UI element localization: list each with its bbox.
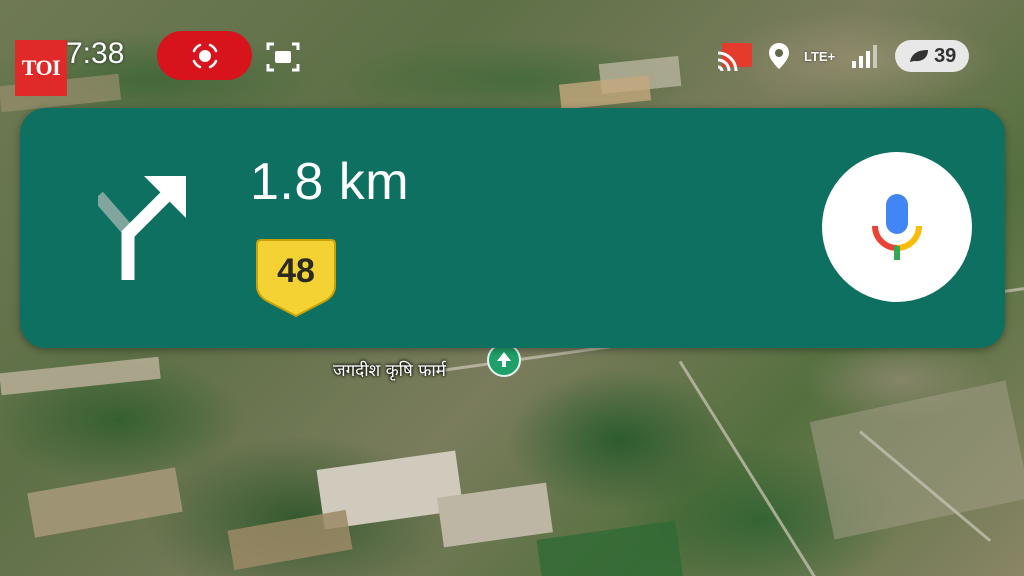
battery-level: 39	[934, 44, 957, 67]
map-road	[678, 360, 820, 576]
route-shield: 48	[251, 236, 341, 318]
map-field	[558, 75, 652, 110]
route-number: 48	[277, 252, 315, 290]
navigation-banner[interactable]: 1.8 km 48	[20, 108, 1005, 348]
screenshot-icon	[265, 40, 301, 79]
status-icons: LTE+ 39	[716, 38, 970, 74]
map-field	[0, 356, 161, 396]
cast-icon	[716, 41, 754, 71]
map-field	[227, 509, 353, 571]
location-icon	[768, 42, 790, 70]
network-label: LTE+	[804, 48, 836, 64]
map-field	[27, 467, 183, 538]
screen-record-indicator[interactable]	[157, 31, 252, 80]
status-time: 7:38	[66, 37, 125, 70]
map-settlement	[809, 380, 1024, 540]
screen-record-icon	[192, 43, 217, 68]
map-place-label[interactable]: जगदीश कृषि फार्म	[333, 358, 446, 381]
microphone-icon	[872, 194, 922, 260]
turn-slight-right-icon	[93, 168, 198, 285]
battery-saver-icon	[910, 50, 929, 62]
signal-icon	[851, 43, 881, 69]
voice-search-button[interactable]	[822, 152, 972, 302]
park-pin-icon[interactable]	[487, 343, 521, 377]
map-field	[536, 520, 684, 576]
battery-indicator: 39	[895, 40, 970, 72]
toi-logo: TOI	[15, 40, 67, 96]
distance-to-turn: 1.8 km	[250, 153, 410, 211]
network-indicator: LTE+	[804, 49, 837, 64]
